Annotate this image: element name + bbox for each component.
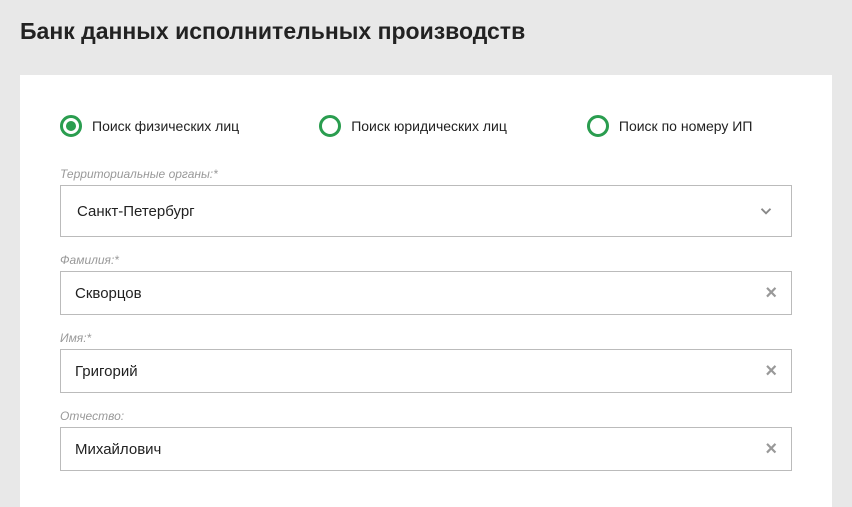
firstname-label: Имя:* bbox=[60, 331, 792, 345]
lastname-label: Фамилия:* bbox=[60, 253, 792, 267]
patronymic-group: Отчество: × bbox=[60, 409, 792, 471]
lastname-input[interactable] bbox=[61, 273, 751, 314]
radio-label: Поиск физических лиц bbox=[92, 118, 239, 134]
radio-icon bbox=[319, 115, 341, 137]
territory-group: Территориальные органы:* Санкт-Петербург bbox=[60, 167, 792, 237]
radio-icon bbox=[60, 115, 82, 137]
radio-label: Поиск юридических лиц bbox=[351, 118, 507, 134]
territory-value: Санкт-Петербург bbox=[61, 189, 741, 234]
clear-icon[interactable]: × bbox=[751, 282, 791, 305]
radio-label: Поиск по номеру ИП bbox=[619, 118, 753, 134]
clear-icon[interactable]: × bbox=[751, 360, 791, 383]
lastname-input-wrapper: × bbox=[60, 271, 792, 315]
patronymic-label: Отчество: bbox=[60, 409, 792, 423]
radio-search-legal-entities[interactable]: Поиск юридических лиц bbox=[319, 115, 507, 137]
lastname-group: Фамилия:* × bbox=[60, 253, 792, 315]
radio-search-individuals[interactable]: Поиск физических лиц bbox=[60, 115, 239, 137]
form-panel: Поиск физических лиц Поиск юридических л… bbox=[20, 75, 832, 507]
patronymic-input-wrapper: × bbox=[60, 427, 792, 471]
radio-search-by-number[interactable]: Поиск по номеру ИП bbox=[587, 115, 753, 137]
header-area: Банк данных исполнительных производств bbox=[0, 0, 852, 75]
clear-icon[interactable]: × bbox=[751, 438, 791, 461]
firstname-group: Имя:* × bbox=[60, 331, 792, 393]
patronymic-input[interactable] bbox=[61, 429, 751, 470]
territory-label: Территориальные органы:* bbox=[60, 167, 792, 181]
page-title: Банк данных исполнительных производств bbox=[20, 18, 832, 45]
territory-select[interactable]: Санкт-Петербург bbox=[60, 185, 792, 237]
firstname-input-wrapper: × bbox=[60, 349, 792, 393]
firstname-input[interactable] bbox=[61, 351, 751, 392]
radio-icon bbox=[587, 115, 609, 137]
search-type-radio-group: Поиск физических лиц Поиск юридических л… bbox=[60, 115, 792, 137]
chevron-down-icon[interactable] bbox=[741, 202, 791, 220]
